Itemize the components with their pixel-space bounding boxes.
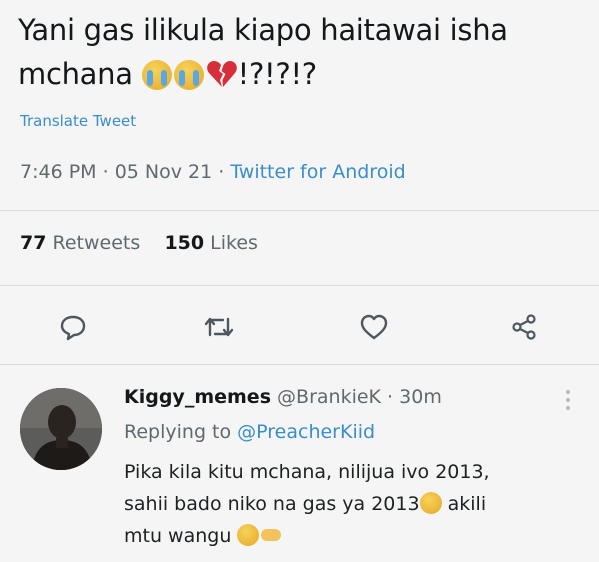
reply-icon	[60, 315, 86, 341]
reply-text: Pika kila kitu mchana, nilijua ivo 2013,…	[124, 456, 584, 552]
divider	[0, 364, 599, 365]
retweet-icon	[204, 317, 234, 337]
likes-stat[interactable]: 150 Likes	[164, 232, 258, 254]
reply-handle[interactable]: @BrankieK	[277, 386, 381, 408]
divider	[0, 285, 599, 286]
likes-count: 150	[164, 232, 205, 254]
retweets-count: 77	[20, 232, 47, 254]
meta-separator: ·	[96, 161, 115, 183]
reply-header: Kiggy_memes @BrankieK · 30m	[124, 386, 442, 408]
more-options-icon[interactable]	[565, 388, 571, 412]
crying-face-emoji-icon	[173, 60, 204, 90]
crying-face-emoji-icon	[141, 60, 172, 90]
retweet-button[interactable]	[202, 310, 236, 344]
reply-button[interactable]	[56, 310, 90, 344]
reply-text-line-3: mtu wangu	[124, 520, 584, 552]
tweet-actions	[0, 304, 599, 348]
tweet-text-line-2: mchana !?!?!?	[18, 52, 588, 96]
tweet-text-line-2-start: mchana	[18, 57, 142, 91]
reply-text-line-1: Pika kila kitu mchana, nilijua ivo 2013,	[124, 461, 490, 483]
replying-to: Replying to @PreacherKiid	[124, 421, 375, 443]
likes-label: Likes	[210, 232, 258, 254]
tweet-text: Yani gas ilikula kiapo haitawai isha mch…	[18, 8, 588, 96]
tweet-client-link[interactable]: Twitter for Android	[230, 161, 405, 183]
share-button[interactable]	[507, 310, 541, 344]
tweet-date: 05 Nov 21	[114, 161, 213, 183]
reply-time: 30m	[399, 386, 442, 408]
share-icon	[512, 314, 536, 340]
reply-text-line-3-text: mtu wangu	[124, 525, 232, 547]
grinning-face-emoji-icon	[419, 492, 442, 514]
tweet-time: 7:46 PM	[20, 161, 97, 183]
tweet-text-line-1: Yani gas ilikula kiapo haitawai isha	[18, 13, 508, 47]
like-button[interactable]	[357, 310, 391, 344]
tweet-meta: 7:46 PM · 05 Nov 21 · Twitter for Androi…	[20, 161, 406, 183]
reply-text-line-2-end: akili	[441, 493, 487, 515]
tweet-text-line-2-end: !?!?!?	[237, 57, 318, 91]
meta-separator: ·	[212, 161, 231, 183]
avatar-image	[20, 388, 102, 470]
avatar[interactable]	[20, 388, 102, 470]
divider	[0, 210, 599, 211]
replying-prefix: Replying to	[124, 421, 238, 443]
reply-display-name[interactable]: Kiggy_memes	[124, 386, 271, 408]
reply-tweet[interactable]: Kiggy_memes @BrankieK · 30m Replying to …	[0, 370, 599, 562]
broken-heart-emoji-icon	[206, 61, 237, 87]
pointing-hand-emoji-icon	[261, 529, 282, 541]
retweets-label: Retweets	[52, 232, 141, 254]
heart-icon	[360, 314, 388, 340]
laughing-face-emoji-icon	[237, 524, 260, 546]
tweet-stats: 77 Retweets 150 Likes	[20, 232, 258, 254]
reply-text-line-2-start: sahii bado niko na gas ya 2013	[124, 493, 420, 515]
reply-text-line-2: sahii bado niko na gas ya 2013 akili	[124, 488, 584, 520]
translate-tweet-link[interactable]: Translate Tweet	[20, 112, 136, 130]
retweets-stat[interactable]: 77 Retweets	[20, 232, 140, 254]
meta-separator: ·	[381, 386, 400, 408]
replying-handle-link[interactable]: @PreacherKiid	[237, 421, 375, 443]
